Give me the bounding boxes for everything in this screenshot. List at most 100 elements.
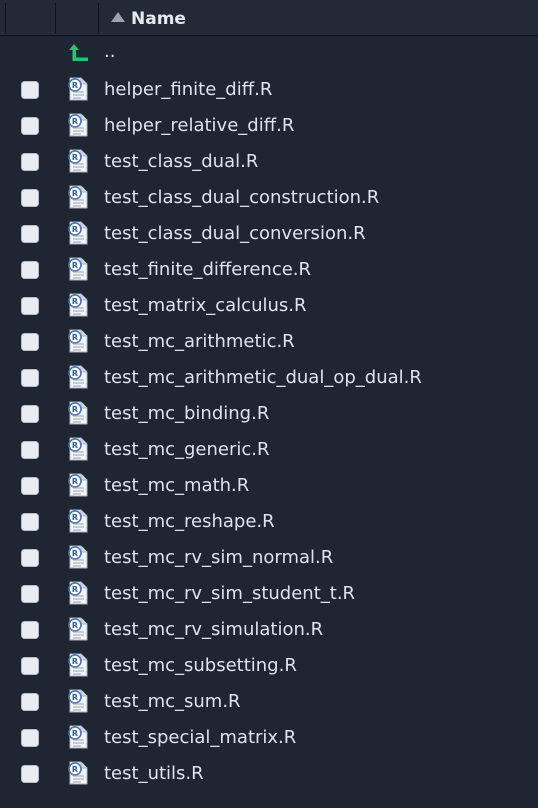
svg-text:R: R: [72, 621, 78, 630]
svg-text:R: R: [72, 225, 78, 234]
file-select-checkbox[interactable]: [21, 333, 39, 351]
file-row[interactable]: Rtest_class_dual.R: [0, 144, 538, 180]
file-name-link[interactable]: test_mc_generic.R: [104, 438, 270, 462]
file-row[interactable]: Rtest_mc_math.R: [0, 468, 538, 504]
file-name-link[interactable]: test_mc_rv_simulation.R: [104, 618, 323, 642]
r-file-icon: R: [68, 257, 88, 281]
file-row[interactable]: Rtest_utils.R: [0, 756, 538, 792]
file-row[interactable]: Rtest_finite_difference.R: [0, 252, 538, 288]
file-select-checkbox[interactable]: [21, 477, 39, 495]
r-file-icon: R: [68, 185, 88, 209]
file-select-checkbox[interactable]: [21, 693, 39, 711]
file-name-link[interactable]: test_mc_reshape.R: [104, 510, 275, 534]
file-select-checkbox[interactable]: [21, 621, 39, 639]
file-name-link[interactable]: test_finite_difference.R: [104, 258, 311, 282]
r-file-icon: R: [68, 689, 88, 713]
r-file-icon: R: [68, 401, 88, 425]
file-name-link[interactable]: test_mc_arithmetic.R: [104, 330, 295, 354]
file-row[interactable]: Rtest_mc_arithmetic_dual_op_dual.R: [0, 360, 538, 396]
file-row[interactable]: Rtest_mc_reshape.R: [0, 504, 538, 540]
file-row[interactable]: Rtest_mc_rv_sim_normal.R: [0, 540, 538, 576]
svg-text:R: R: [72, 477, 78, 486]
file-name-link[interactable]: test_mc_subsetting.R: [104, 654, 297, 678]
file-row[interactable]: Rhelper_finite_diff.R: [0, 72, 538, 108]
file-name-link[interactable]: test_mc_sum.R: [104, 690, 241, 714]
svg-text:R: R: [72, 441, 78, 450]
svg-text:R: R: [72, 513, 78, 522]
file-row[interactable]: Rtest_mc_arithmetic.R: [0, 324, 538, 360]
file-row[interactable]: Rtest_class_dual_construction.R: [0, 180, 538, 216]
file-select-checkbox[interactable]: [21, 189, 39, 207]
file-select-checkbox[interactable]: [21, 729, 39, 747]
header-checkbox-column[interactable]: [5, 3, 55, 33]
file-row[interactable]: Rtest_special_matrix.R: [0, 720, 538, 756]
file-name-link[interactable]: test_class_dual_conversion.R: [104, 222, 366, 246]
file-select-checkbox[interactable]: [21, 225, 39, 243]
file-browser-pane: Name .. Rhelper_finite_diff.R Rhelper_rel…: [0, 0, 538, 808]
file-name-link[interactable]: helper_relative_diff.R: [104, 114, 294, 138]
header-icon-column[interactable]: [55, 3, 98, 33]
svg-text:R: R: [72, 261, 78, 270]
file-row[interactable]: Rhelper_relative_diff.R: [0, 108, 538, 144]
svg-text:R: R: [72, 729, 78, 738]
r-file-icon: R: [68, 437, 88, 461]
file-name-link[interactable]: test_class_dual.R: [104, 150, 258, 174]
file-select-checkbox[interactable]: [21, 549, 39, 567]
file-name-link[interactable]: test_utils.R: [104, 762, 204, 786]
file-name-link[interactable]: helper_finite_diff.R: [104, 78, 272, 102]
file-row[interactable]: Rtest_class_dual_conversion.R: [0, 216, 538, 252]
svg-text:R: R: [72, 693, 78, 702]
r-file-icon: R: [68, 761, 88, 785]
svg-text:R: R: [72, 549, 78, 558]
svg-text:R: R: [72, 297, 78, 306]
file-name-link[interactable]: test_mc_arithmetic_dual_op_dual.R: [104, 366, 422, 390]
file-name-link[interactable]: test_class_dual_construction.R: [104, 186, 379, 210]
file-select-checkbox[interactable]: [21, 441, 39, 459]
r-file-icon: R: [68, 113, 88, 137]
r-file-icon: R: [68, 149, 88, 173]
svg-text:R: R: [72, 585, 78, 594]
parent-directory-row[interactable]: ..: [0, 36, 538, 72]
file-select-checkbox[interactable]: [21, 117, 39, 135]
svg-text:R: R: [72, 369, 78, 378]
file-select-checkbox[interactable]: [21, 81, 39, 99]
file-row[interactable]: Rtest_mc_binding.R: [0, 396, 538, 432]
svg-text:R: R: [72, 81, 78, 90]
svg-text:R: R: [72, 405, 78, 414]
file-select-checkbox[interactable]: [21, 657, 39, 675]
svg-text:R: R: [72, 765, 78, 774]
file-row[interactable]: Rtest_mc_rv_simulation.R: [0, 612, 538, 648]
r-file-icon: R: [68, 545, 88, 569]
file-select-checkbox[interactable]: [21, 585, 39, 603]
svg-text:R: R: [72, 657, 78, 666]
svg-text:R: R: [72, 333, 78, 342]
r-file-icon: R: [68, 329, 88, 353]
file-select-checkbox[interactable]: [21, 765, 39, 783]
r-file-icon: R: [68, 581, 88, 605]
r-file-icon: R: [68, 509, 88, 533]
file-name-link[interactable]: test_special_matrix.R: [104, 726, 296, 750]
file-name-link[interactable]: test_matrix_calculus.R: [104, 294, 307, 318]
file-select-checkbox[interactable]: [21, 369, 39, 387]
file-select-checkbox[interactable]: [21, 297, 39, 315]
file-row[interactable]: Rtest_mc_sum.R: [0, 684, 538, 720]
r-file-icon: R: [68, 473, 88, 497]
file-select-checkbox[interactable]: [21, 513, 39, 531]
file-name-link[interactable]: test_mc_rv_sim_student_t.R: [104, 582, 355, 606]
file-row[interactable]: Rtest_mc_rv_sim_student_t.R: [0, 576, 538, 612]
file-name-link[interactable]: test_mc_math.R: [104, 474, 249, 498]
svg-text:R: R: [72, 153, 78, 162]
r-file-icon: R: [68, 653, 88, 677]
file-name-link[interactable]: test_mc_binding.R: [104, 402, 269, 426]
file-row[interactable]: Rtest_mc_subsetting.R: [0, 648, 538, 684]
file-select-checkbox[interactable]: [21, 405, 39, 423]
file-select-checkbox[interactable]: [21, 153, 39, 171]
parent-directory-label[interactable]: ..: [104, 40, 115, 64]
file-row[interactable]: Rtest_mc_generic.R: [0, 432, 538, 468]
parent-folder-icon[interactable]: [68, 42, 90, 64]
file-select-checkbox[interactable]: [21, 261, 39, 279]
sort-ascending-icon[interactable]: [111, 12, 125, 22]
name-column-label[interactable]: Name: [131, 8, 186, 30]
file-row[interactable]: Rtest_matrix_calculus.R: [0, 288, 538, 324]
file-name-link[interactable]: test_mc_rv_sim_normal.R: [104, 546, 333, 570]
